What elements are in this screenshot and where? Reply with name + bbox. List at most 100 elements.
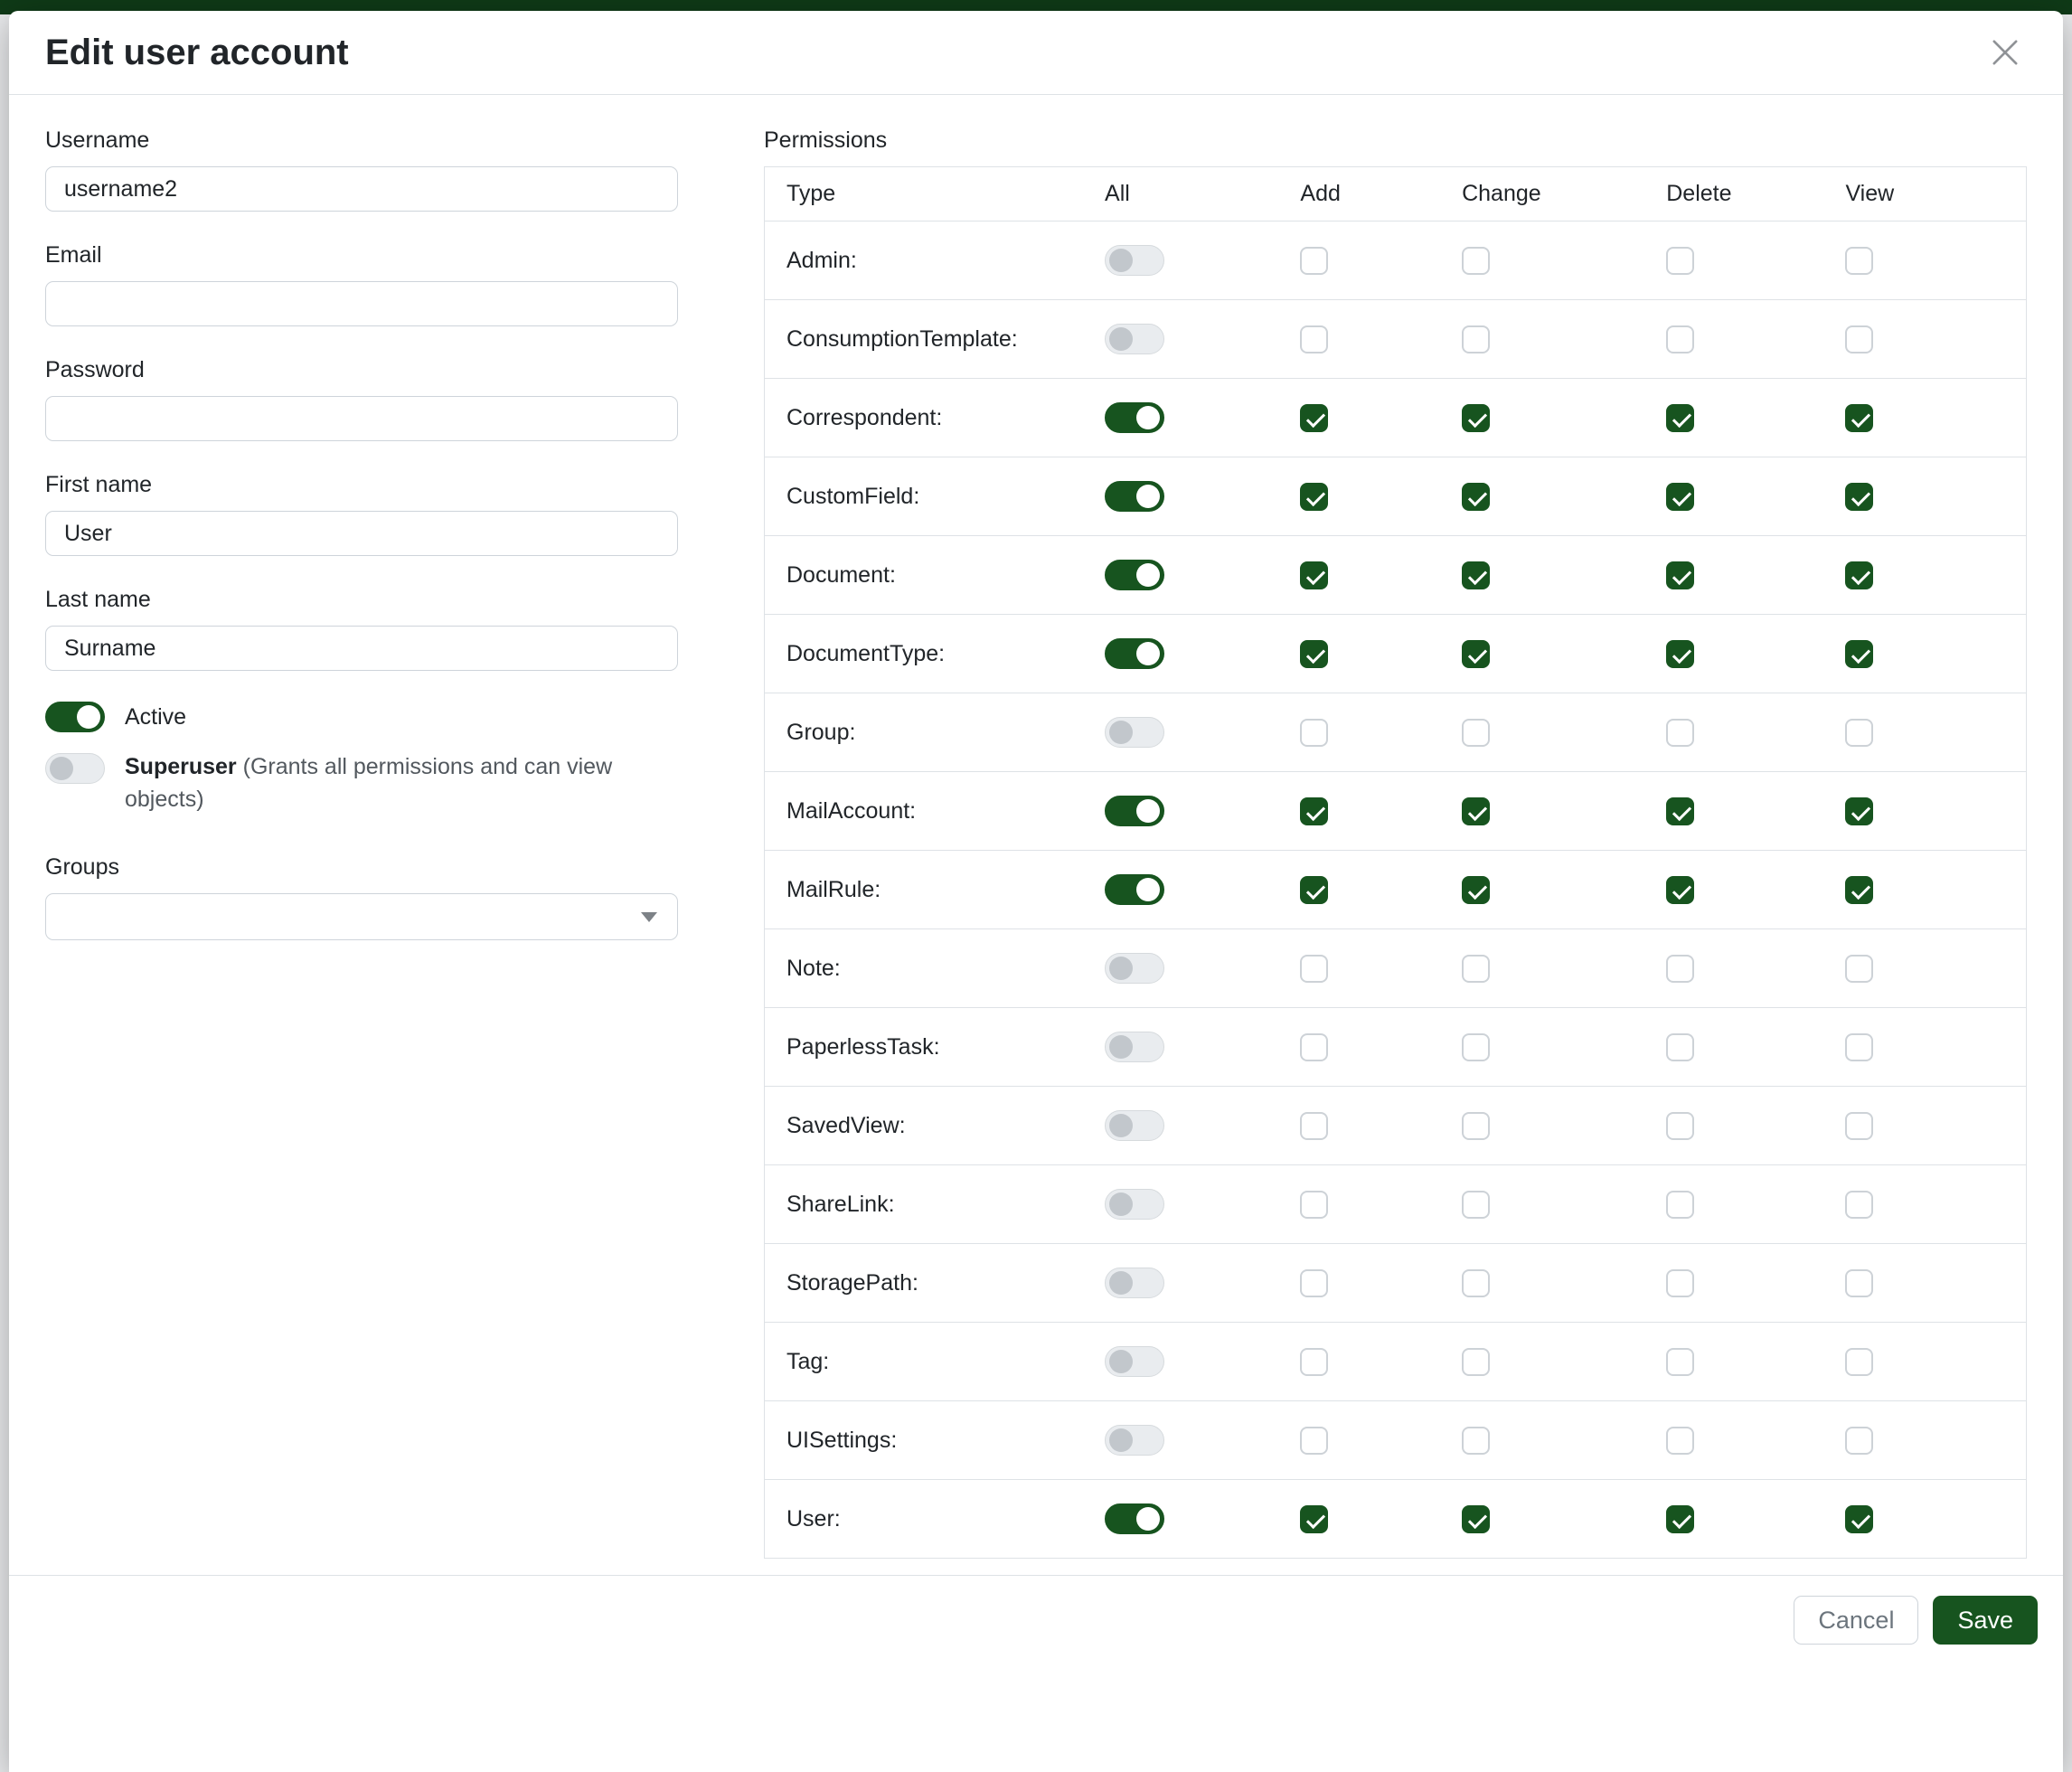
perm-view-checkbox[interactable] bbox=[1845, 1269, 1873, 1297]
perm-view-checkbox[interactable] bbox=[1845, 247, 1873, 275]
perm-view-checkbox[interactable] bbox=[1845, 1191, 1873, 1219]
perm-all-toggle[interactable] bbox=[1105, 874, 1164, 905]
perm-delete-checkbox[interactable] bbox=[1666, 247, 1694, 275]
perm-add-checkbox[interactable] bbox=[1300, 797, 1328, 825]
perm-add-checkbox[interactable] bbox=[1300, 1112, 1328, 1140]
perm-view-checkbox[interactable] bbox=[1845, 483, 1873, 511]
perm-add-checkbox[interactable] bbox=[1300, 955, 1328, 983]
perm-all-toggle[interactable] bbox=[1105, 1503, 1164, 1534]
perm-add-checkbox[interactable] bbox=[1300, 876, 1328, 904]
perm-view-checkbox[interactable] bbox=[1845, 719, 1873, 747]
toggle-knob bbox=[1136, 642, 1160, 665]
perm-all-toggle[interactable] bbox=[1105, 796, 1164, 826]
perm-view-checkbox[interactable] bbox=[1845, 325, 1873, 353]
perm-add-checkbox[interactable] bbox=[1300, 561, 1328, 589]
perm-view-checkbox[interactable] bbox=[1845, 561, 1873, 589]
perm-delete-checkbox[interactable] bbox=[1666, 719, 1694, 747]
perm-add-checkbox[interactable] bbox=[1300, 1191, 1328, 1219]
perm-delete-checkbox[interactable] bbox=[1666, 797, 1694, 825]
perm-change-checkbox[interactable] bbox=[1462, 1033, 1490, 1061]
perm-all-toggle[interactable] bbox=[1105, 638, 1164, 669]
perm-change-checkbox[interactable] bbox=[1462, 1348, 1490, 1376]
perm-delete-checkbox[interactable] bbox=[1666, 1269, 1694, 1297]
perm-all-toggle[interactable] bbox=[1105, 324, 1164, 354]
perm-add-checkbox[interactable] bbox=[1300, 325, 1328, 353]
perm-all-toggle[interactable] bbox=[1105, 481, 1164, 512]
perm-view-checkbox[interactable] bbox=[1845, 1505, 1873, 1533]
perm-delete-checkbox[interactable] bbox=[1666, 1427, 1694, 1455]
perm-view-checkbox[interactable] bbox=[1845, 404, 1873, 432]
perm-all-toggle[interactable] bbox=[1105, 1110, 1164, 1141]
toggle-knob bbox=[1109, 1114, 1133, 1137]
groups-select[interactable] bbox=[45, 893, 678, 940]
first-name-field[interactable] bbox=[45, 511, 678, 556]
perm-delete-checkbox[interactable] bbox=[1666, 404, 1694, 432]
perm-change-checkbox[interactable] bbox=[1462, 876, 1490, 904]
perm-add-checkbox[interactable] bbox=[1300, 1269, 1328, 1297]
perm-add-checkbox[interactable] bbox=[1300, 483, 1328, 511]
perm-change-checkbox[interactable] bbox=[1462, 1112, 1490, 1140]
username-field[interactable] bbox=[45, 166, 678, 212]
perm-change-checkbox[interactable] bbox=[1462, 1427, 1490, 1455]
perm-delete-checkbox[interactable] bbox=[1666, 640, 1694, 668]
perm-view-checkbox[interactable] bbox=[1845, 797, 1873, 825]
perm-view-checkbox[interactable] bbox=[1845, 955, 1873, 983]
perm-view-checkbox[interactable] bbox=[1845, 876, 1873, 904]
save-button[interactable]: Save bbox=[1933, 1596, 2038, 1645]
perm-add-checkbox[interactable] bbox=[1300, 1348, 1328, 1376]
last-name-field[interactable] bbox=[45, 626, 678, 671]
perm-add-checkbox[interactable] bbox=[1300, 640, 1328, 668]
perm-change-checkbox[interactable] bbox=[1462, 1505, 1490, 1533]
perm-all-toggle[interactable] bbox=[1105, 1346, 1164, 1377]
perm-change-checkbox[interactable] bbox=[1462, 247, 1490, 275]
superuser-toggle[interactable] bbox=[45, 753, 105, 784]
perm-delete-checkbox[interactable] bbox=[1666, 325, 1694, 353]
password-field[interactable] bbox=[45, 396, 678, 441]
email-field[interactable] bbox=[45, 281, 678, 326]
cancel-button[interactable]: Cancel bbox=[1794, 1596, 1918, 1645]
perm-delete-checkbox[interactable] bbox=[1666, 1505, 1694, 1533]
perm-change-checkbox[interactable] bbox=[1462, 640, 1490, 668]
perm-view-checkbox[interactable] bbox=[1845, 1348, 1873, 1376]
perm-delete-checkbox[interactable] bbox=[1666, 1112, 1694, 1140]
active-toggle[interactable] bbox=[45, 702, 105, 732]
perm-change-checkbox[interactable] bbox=[1462, 404, 1490, 432]
perm-view-checkbox[interactable] bbox=[1845, 1033, 1873, 1061]
perm-all-toggle[interactable] bbox=[1105, 1032, 1164, 1062]
perm-type-label: Admin: bbox=[765, 222, 1098, 300]
perm-delete-checkbox[interactable] bbox=[1666, 955, 1694, 983]
perm-add-checkbox[interactable] bbox=[1300, 1427, 1328, 1455]
perm-delete-checkbox[interactable] bbox=[1666, 1033, 1694, 1061]
perm-delete-checkbox[interactable] bbox=[1666, 1348, 1694, 1376]
perm-add-checkbox[interactable] bbox=[1300, 404, 1328, 432]
perm-change-checkbox[interactable] bbox=[1462, 719, 1490, 747]
perm-all-toggle[interactable] bbox=[1105, 560, 1164, 590]
perm-add-checkbox[interactable] bbox=[1300, 247, 1328, 275]
perm-all-toggle[interactable] bbox=[1105, 953, 1164, 984]
perm-change-checkbox[interactable] bbox=[1462, 955, 1490, 983]
perm-all-toggle[interactable] bbox=[1105, 1425, 1164, 1456]
perm-delete-checkbox[interactable] bbox=[1666, 876, 1694, 904]
perm-change-checkbox[interactable] bbox=[1462, 483, 1490, 511]
perm-add-checkbox[interactable] bbox=[1300, 719, 1328, 747]
perm-all-toggle[interactable] bbox=[1105, 245, 1164, 276]
perm-all-toggle[interactable] bbox=[1105, 1268, 1164, 1298]
perm-add-checkbox[interactable] bbox=[1300, 1505, 1328, 1533]
perm-delete-checkbox[interactable] bbox=[1666, 561, 1694, 589]
perm-view-checkbox[interactable] bbox=[1845, 1112, 1873, 1140]
perm-add-checkbox[interactable] bbox=[1300, 1033, 1328, 1061]
close-button[interactable] bbox=[1983, 31, 2027, 74]
perm-change-checkbox[interactable] bbox=[1462, 561, 1490, 589]
perm-delete-checkbox[interactable] bbox=[1666, 1191, 1694, 1219]
perm-change-checkbox[interactable] bbox=[1462, 1269, 1490, 1297]
perm-change-checkbox[interactable] bbox=[1462, 797, 1490, 825]
toggle-knob bbox=[1136, 878, 1160, 901]
perm-change-checkbox[interactable] bbox=[1462, 1191, 1490, 1219]
perm-all-toggle[interactable] bbox=[1105, 402, 1164, 433]
perm-all-toggle[interactable] bbox=[1105, 1189, 1164, 1220]
perm-change-checkbox[interactable] bbox=[1462, 325, 1490, 353]
perm-view-checkbox[interactable] bbox=[1845, 1427, 1873, 1455]
perm-view-checkbox[interactable] bbox=[1845, 640, 1873, 668]
perm-all-toggle[interactable] bbox=[1105, 717, 1164, 748]
perm-delete-checkbox[interactable] bbox=[1666, 483, 1694, 511]
